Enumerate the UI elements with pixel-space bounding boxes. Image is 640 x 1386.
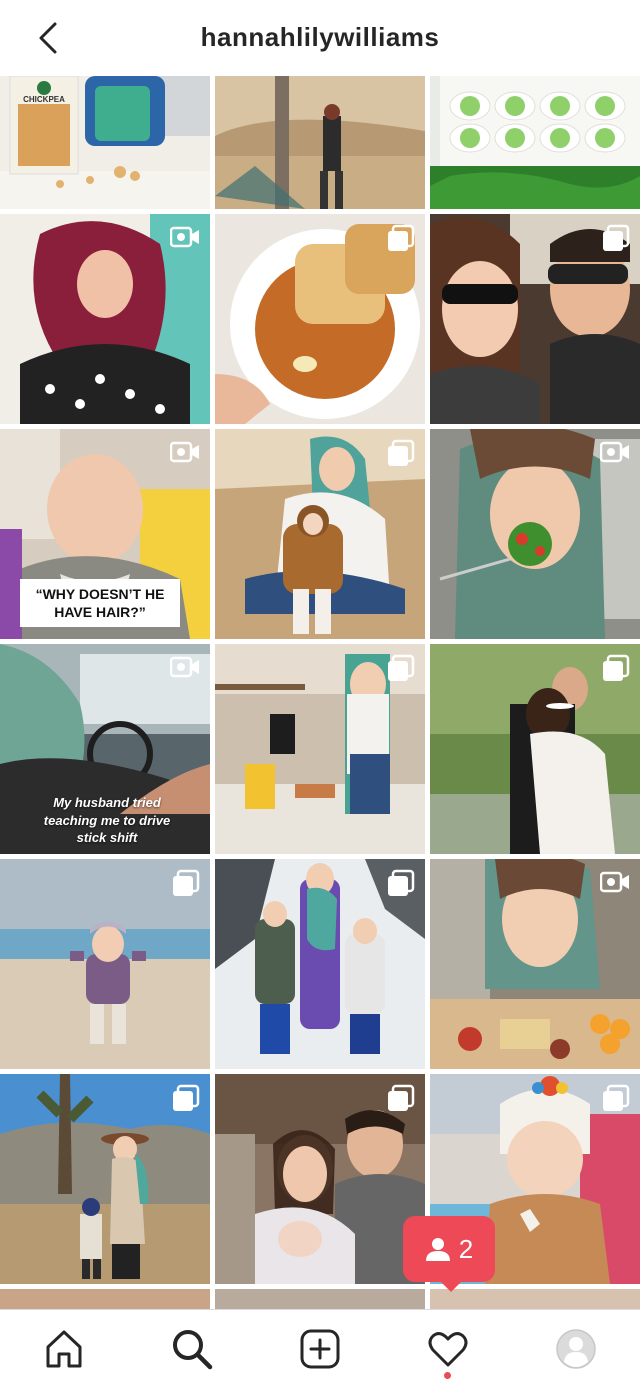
tab-new-post[interactable] (297, 1326, 343, 1372)
bottom-tab-bar (0, 1309, 640, 1386)
post-baby-no-hair[interactable]: “WHY DOESN’T HE HAVE HAIR?” (0, 429, 210, 639)
carousel-icon (173, 1084, 200, 1111)
post-green-deviled-eggs[interactable] (430, 76, 640, 209)
box-label: CHICKPEA (23, 95, 65, 104)
search-icon (173, 1330, 213, 1370)
profile-username: hannahlilywilliams (200, 22, 440, 52)
post-wedding-hug[interactable] (430, 644, 640, 854)
post-chickpea-pasta[interactable]: CHICKPEA (0, 76, 210, 209)
post-mom-and-baby-desert[interactable] (215, 429, 425, 639)
person-icon (425, 1238, 450, 1261)
post-partial[interactable] (215, 1289, 425, 1309)
post-partial[interactable] (430, 1289, 640, 1309)
top-bar: hannahlilywilliams (0, 0, 640, 76)
post-driving-stick-shift[interactable]: My husband tried teaching me to drive st… (0, 644, 210, 854)
post-eating-salad[interactable] (430, 429, 640, 639)
follower-notification-bubble[interactable]: 2 (403, 1216, 495, 1292)
video-icon (170, 441, 199, 463)
carousel-icon (173, 869, 200, 896)
post-toddler-beach[interactable] (0, 859, 210, 1069)
heart-icon (428, 1332, 468, 1367)
post-bread-bowl-curry[interactable] (215, 214, 425, 424)
post-desert-tree[interactable] (215, 76, 425, 209)
tab-profile[interactable] (553, 1326, 599, 1372)
tab-search[interactable] (169, 1326, 215, 1372)
deviled-eggs-photo (430, 76, 640, 209)
post-hospital-newborn[interactable] (215, 1074, 425, 1284)
home-icon (46, 1330, 82, 1368)
carousel-icon (388, 439, 415, 466)
avatar-icon (556, 1329, 596, 1369)
activity-indicator-dot (444, 1372, 451, 1379)
notification-count: 2 (458, 1233, 474, 1264)
tab-activity[interactable] (425, 1326, 471, 1372)
post-partial[interactable] (0, 1289, 210, 1309)
tab-home[interactable] (41, 1326, 87, 1372)
post-joshua-tree-family[interactable] (0, 1074, 210, 1284)
desert-tree-photo (215, 76, 425, 209)
video-icon (600, 871, 629, 893)
video-icon (170, 226, 199, 248)
carousel-icon (388, 224, 415, 251)
post-charcuterie-board[interactable] (430, 859, 640, 1069)
carousel-icon (388, 1084, 415, 1111)
video-icon (600, 441, 629, 463)
carousel-icon (603, 224, 630, 251)
plus-square-icon (300, 1329, 340, 1369)
post-caption: “WHY DOESN’T HE HAVE HAIR?” (20, 579, 180, 628)
carousel-icon (388, 869, 415, 896)
video-icon (170, 656, 199, 678)
post-caption: My husband tried teaching me to drive st… (43, 795, 171, 846)
post-snow-family[interactable] (215, 859, 425, 1069)
post-red-hair-flip[interactable] (0, 214, 210, 424)
carousel-icon (388, 654, 415, 681)
post-kitchen-cooking[interactable] (215, 644, 425, 854)
chickpea-pasta-photo: CHICKPEA (0, 76, 210, 209)
carousel-icon (603, 1084, 630, 1111)
carousel-icon (603, 654, 630, 681)
post-grid: CHICKPEA “WHY DOESN’T HE HAVE HAIR?” My … (0, 76, 640, 1309)
post-car-selfie[interactable] (430, 214, 640, 424)
